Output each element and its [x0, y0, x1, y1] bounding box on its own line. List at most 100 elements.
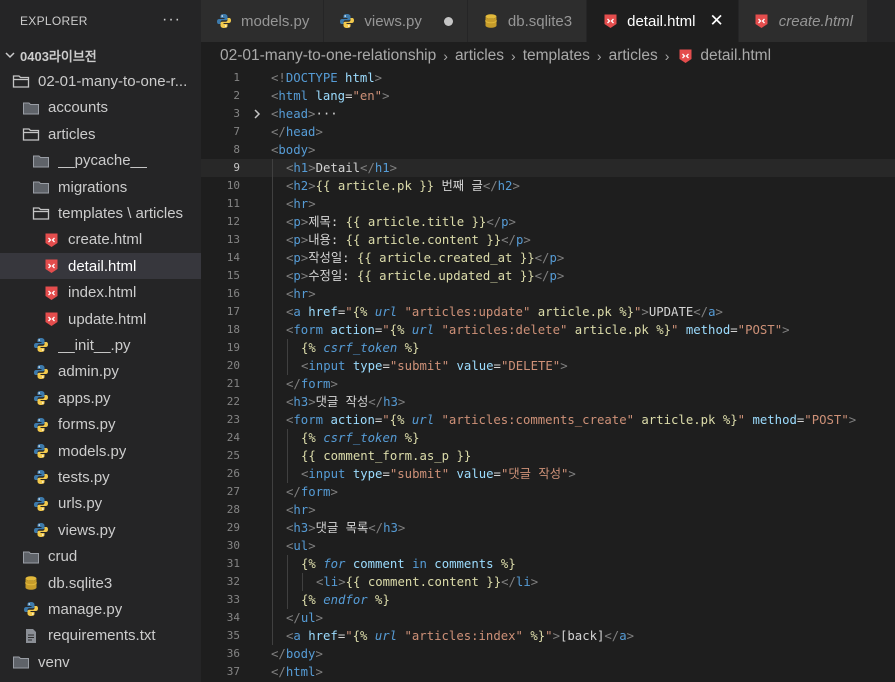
- tree-item-pycache[interactable]: __pycache__: [0, 148, 201, 174]
- breadcrumb-item[interactable]: articles: [609, 47, 658, 65]
- indent-guide: [272, 429, 273, 447]
- tree-item-label: manage.py: [48, 600, 123, 618]
- tab-models-py[interactable]: models.py: [201, 0, 325, 42]
- breadcrumb-item[interactable]: articles: [455, 47, 504, 65]
- tab-label: views.py: [364, 12, 422, 30]
- indent-guide: [272, 393, 273, 411]
- code-line[interactable]: 35 <a href="{% url "articles:index" %}">[…: [201, 627, 895, 645]
- code-line[interactable]: 9 <h1>Detail</h1>: [201, 159, 895, 177]
- tree-item-venv[interactable]: venv: [0, 649, 201, 675]
- code-text: <head>···: [271, 107, 338, 121]
- line-number: 32: [226, 575, 240, 588]
- tree-item-templates-articles[interactable]: templates \ articles: [0, 200, 201, 226]
- tab-create-html[interactable]: create.html: [738, 0, 868, 42]
- breadcrumb-item[interactable]: templates: [523, 47, 590, 65]
- code-line[interactable]: 29 <h3>댓글 목록</h3>: [201, 519, 895, 537]
- code-line[interactable]: 18 <form action="{% url "articles:delete"…: [201, 321, 895, 339]
- indent-guide: [272, 177, 273, 195]
- code-line[interactable]: 25 {{ comment_form.as_p }}: [201, 447, 895, 465]
- code-line[interactable]: 8 <body>: [201, 141, 895, 159]
- code-line[interactable]: 7 </head>: [201, 123, 895, 141]
- code-line[interactable]: 17 <a href="{% url "articles:update" arti…: [201, 303, 895, 321]
- more-actions-icon[interactable]: ···: [162, 11, 181, 29]
- code-line[interactable]: 12 <p>제목: {{ article.title }}</p>: [201, 213, 895, 231]
- code-line[interactable]: 1 <!DOCTYPE html>: [201, 69, 895, 87]
- breadcrumb-item[interactable]: 02-01-many-to-one-relationship: [220, 47, 436, 65]
- tree-item-detail-html[interactable]: detail.html: [0, 253, 201, 280]
- tree-item-init-py[interactable]: __init__.py: [0, 332, 201, 358]
- code-line[interactable]: 21 </form>: [201, 375, 895, 393]
- tree-item-manage-py[interactable]: manage.py: [0, 596, 201, 622]
- line-number: 30: [226, 539, 240, 552]
- code-line[interactable]: 27 </form>: [201, 483, 895, 501]
- tree-item-forms-py[interactable]: forms.py: [0, 412, 201, 438]
- code-line[interactable]: 19 {% csrf_token %}: [201, 339, 895, 357]
- tab-label: models.py: [241, 12, 310, 30]
- tree-item-accounts[interactable]: accounts: [0, 95, 201, 121]
- code-line[interactable]: 34 </ul>: [201, 609, 895, 627]
- code-editor[interactable]: 1 <!DOCTYPE html> 2 <html lang="en"> 3 <head>…: [201, 70, 895, 682]
- code-line[interactable]: 32 <li>{{ comment.content }}</li>: [201, 573, 895, 591]
- indent-guide: [287, 339, 288, 357]
- code-line[interactable]: 33 {% endfor %}: [201, 591, 895, 609]
- tree-item-migrations[interactable]: migrations: [0, 174, 201, 200]
- code-line[interactable]: 36 </body>: [201, 645, 895, 663]
- editor-tab-bar: models.py views.py db.sqlite3 detail.html ✕ c…: [201, 0, 895, 42]
- tree-item-02-01-many-to-one-r[interactable]: 02-01-many-to-one-r...: [0, 68, 201, 94]
- tree-item-create-html[interactable]: create.html: [0, 227, 201, 253]
- code-line[interactable]: 3 <head>···: [201, 105, 895, 123]
- code-line[interactable]: 24 {% csrf_token %}: [201, 429, 895, 447]
- code-text: <li>{{ comment.content }}</li>: [316, 575, 539, 589]
- code-line[interactable]: 31 {% for comment in comments %}: [201, 555, 895, 573]
- code-line[interactable]: 20 <input type="submit" value="DELETE">: [201, 357, 895, 375]
- tree-item-index-html[interactable]: index.html: [0, 280, 201, 306]
- code-line[interactable]: 2 <html lang="en">: [201, 87, 895, 105]
- code-line[interactable]: 30 <ul>: [201, 537, 895, 555]
- line-number: 20: [226, 359, 240, 372]
- tree-item-apps-py[interactable]: apps.py: [0, 385, 201, 411]
- line-number: 21: [226, 377, 240, 390]
- code-line[interactable]: 11 <hr>: [201, 195, 895, 213]
- line-number: 15: [226, 269, 240, 282]
- indent-guide: [272, 375, 273, 393]
- tree-item-articles[interactable]: articles: [0, 121, 201, 147]
- tree-item-crud[interactable]: crud: [0, 544, 201, 570]
- tab-db-sqlite3[interactable]: db.sqlite3: [467, 0, 588, 42]
- django-icon: [753, 12, 771, 30]
- tree-item-update-html[interactable]: update.html: [0, 306, 201, 332]
- code-line[interactable]: 15 <p>수정일: {{ article.updated_at }}</p>: [201, 267, 895, 285]
- close-icon[interactable]: ✕: [710, 11, 724, 31]
- tree-item-label: update.html: [68, 310, 147, 328]
- line-number: 34: [226, 611, 240, 624]
- tree-item-db-sqlite3[interactable]: db.sqlite3: [0, 570, 201, 596]
- indent-guide: [272, 285, 273, 303]
- tree-item-models-py[interactable]: models.py: [0, 438, 201, 464]
- breadcrumb-item[interactable]: detail.html: [700, 47, 771, 65]
- code-line[interactable]: 22 <h3>댓글 작성</h3>: [201, 393, 895, 411]
- tree-item-urls-py[interactable]: urls.py: [0, 491, 201, 517]
- tree-item-requirements-txt[interactable]: requirements.txt: [0, 623, 201, 649]
- folder-icon: [32, 178, 50, 196]
- explorer-title: EXPLORER: [20, 14, 88, 28]
- code-line[interactable]: 10 <h2>{{ article.pk }} 번째 글</h2>: [201, 177, 895, 195]
- tree-item-0403라이브전[interactable]: 0403라이브전: [0, 42, 201, 68]
- code-line[interactable]: 16 <hr>: [201, 285, 895, 303]
- line-number: 11: [226, 197, 240, 210]
- code-line[interactable]: 14 <p>작성일: {{ article.created_at }}</p>: [201, 249, 895, 267]
- tree-item-tests-py[interactable]: tests.py: [0, 464, 201, 490]
- breadcrumb-separator-icon: ›: [443, 48, 448, 64]
- tab-views-py[interactable]: views.py: [324, 0, 468, 42]
- code-line[interactable]: 26 <input type="submit" value="댓글 작성">: [201, 465, 895, 483]
- code-line[interactable]: 13 <p>내용: {{ article.content }}</p>: [201, 231, 895, 249]
- code-line[interactable]: 37 </html>: [201, 663, 895, 681]
- code-text: {% csrf_token %}: [301, 341, 420, 355]
- folder-icon: [12, 653, 30, 671]
- unsaved-dot-icon[interactable]: [443, 16, 453, 26]
- code-line[interactable]: 28 <hr>: [201, 501, 895, 519]
- breadcrumb: 02-01-many-to-one-relationship › articles ›…: [201, 42, 895, 70]
- code-line[interactable]: 23 <form action="{% url "articles:comment…: [201, 411, 895, 429]
- tree-item-views-py[interactable]: views.py: [0, 517, 201, 543]
- code-text: <p>수정일: {{ article.updated_at }}</p>: [286, 269, 565, 283]
- tab-detail-html[interactable]: detail.html ✕: [587, 0, 739, 42]
- tree-item-admin-py[interactable]: admin.py: [0, 359, 201, 385]
